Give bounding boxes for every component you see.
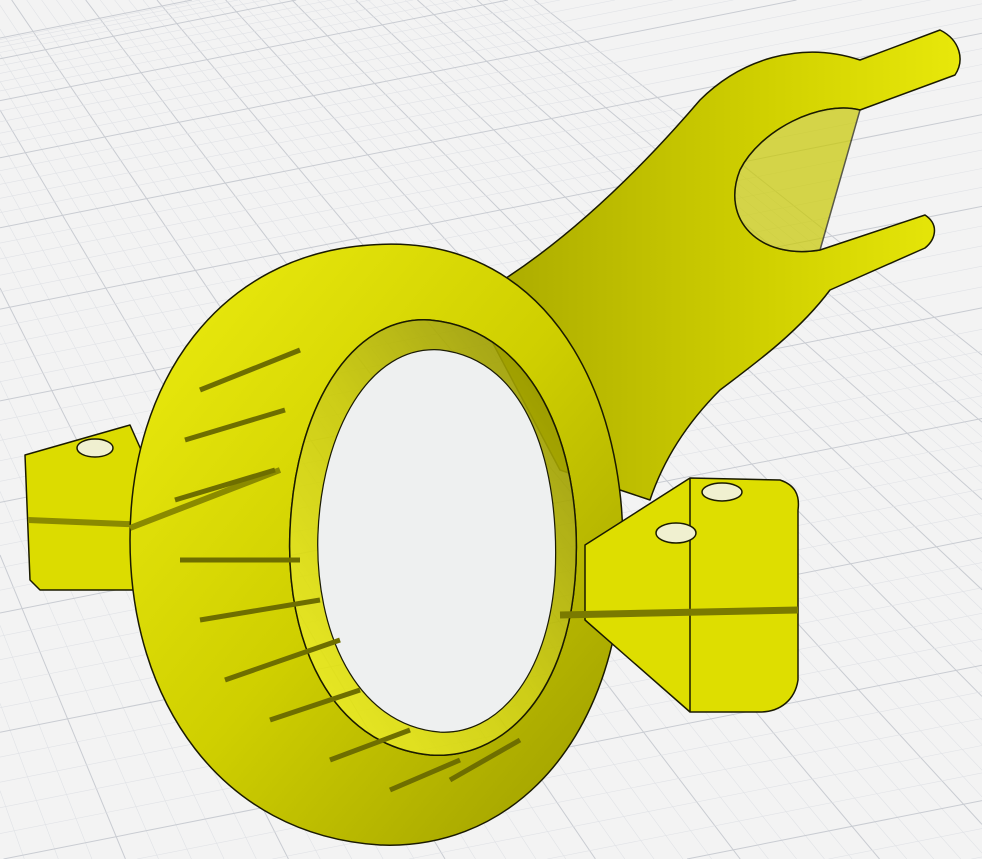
grid-line bbox=[0, 0, 414, 83]
ring-hole bbox=[317, 349, 557, 733]
3d-viewport[interactable] bbox=[0, 0, 982, 859]
grid-line bbox=[0, 790, 25, 859]
grid-line bbox=[828, 828, 982, 859]
clamp-model[interactable] bbox=[24, 29, 961, 846]
grid-line bbox=[547, 772, 982, 859]
grid-line bbox=[0, 0, 265, 53]
grid-line bbox=[687, 800, 982, 859]
grid-line bbox=[0, 0, 734, 146]
grid-line bbox=[0, 0, 217, 44]
hex-hole-icon bbox=[76, 438, 114, 458]
hex-hole-icon bbox=[655, 522, 697, 544]
grid-line bbox=[0, 0, 200, 40]
grid-line bbox=[0, 625, 93, 859]
hex-hole-icon bbox=[701, 482, 743, 502]
scene-canvas[interactable] bbox=[0, 0, 982, 859]
grid-line bbox=[0, 0, 616, 123]
grid-line bbox=[0, 0, 239, 48]
right-clamp-split bbox=[559, 606, 799, 619]
grid-line bbox=[0, 0, 561, 112]
grid-line bbox=[0, 0, 193, 39]
